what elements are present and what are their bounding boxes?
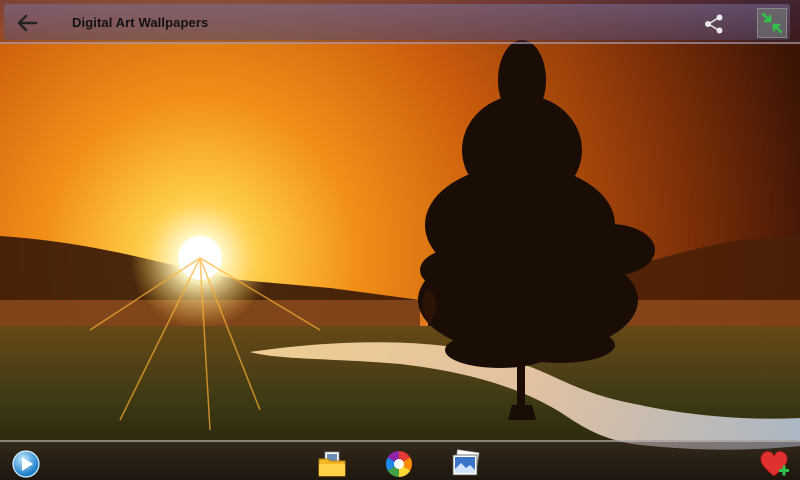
save-to-folder-button[interactable] bbox=[316, 448, 348, 480]
fullscreen-toggle-icon bbox=[761, 12, 783, 34]
bottom-toolbar bbox=[0, 440, 800, 480]
share-button[interactable] bbox=[700, 10, 728, 38]
color-filter-button[interactable] bbox=[383, 448, 415, 480]
share-icon bbox=[705, 14, 723, 34]
favorite-add-icon bbox=[760, 451, 789, 477]
arrow-left-icon bbox=[17, 14, 38, 32]
play-slideshow-icon bbox=[12, 450, 40, 478]
set-wallpaper-button[interactable] bbox=[450, 448, 482, 480]
color-wheel-icon bbox=[385, 450, 413, 478]
add-favorite-button[interactable] bbox=[758, 448, 790, 480]
fullscreen-button[interactable] bbox=[757, 8, 787, 38]
back-button[interactable] bbox=[12, 8, 42, 38]
set-wallpaper-icon bbox=[452, 449, 480, 476]
slideshow-button[interactable] bbox=[10, 448, 42, 480]
folder-save-icon bbox=[318, 451, 346, 477]
page-title: Digital Art Wallpapers bbox=[72, 15, 209, 30]
action-bar: Digital Art Wallpapers bbox=[0, 0, 800, 44]
wallpaper-image[interactable] bbox=[0, 0, 800, 480]
